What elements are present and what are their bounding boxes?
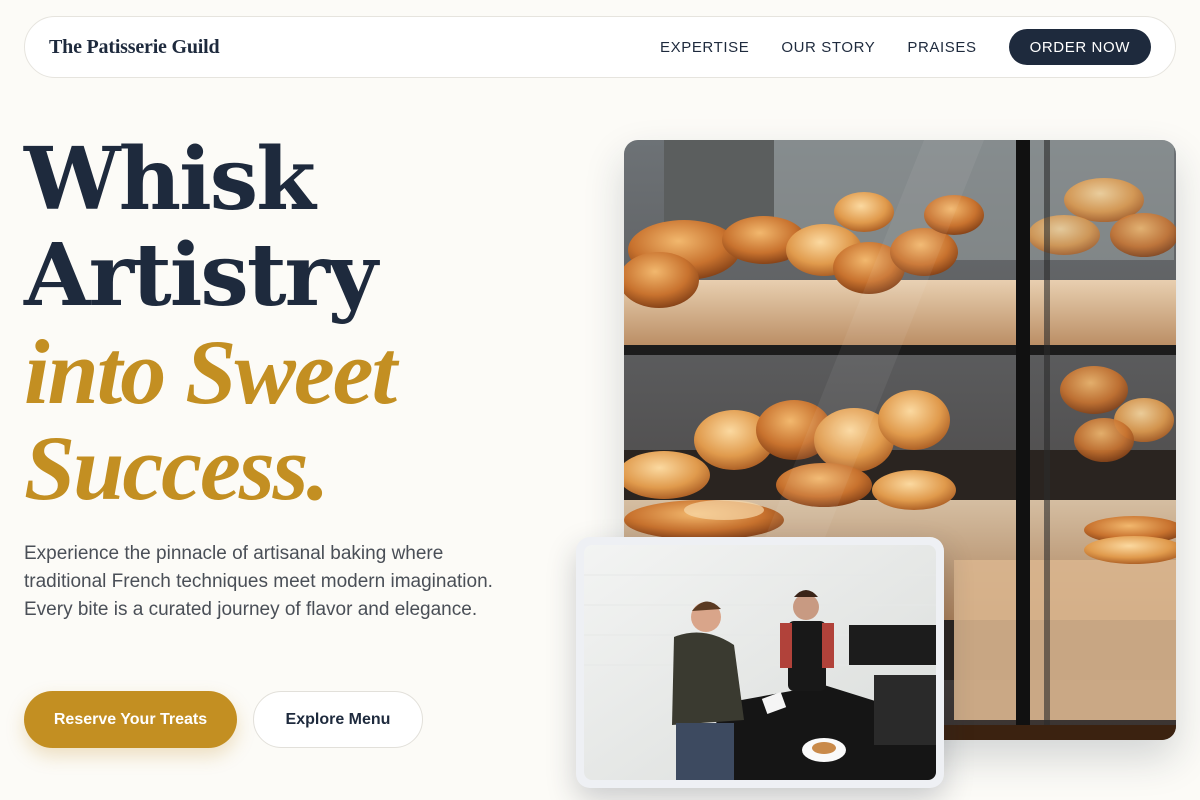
- brand-logo[interactable]: The Patisserie Guild: [49, 36, 220, 59]
- top-navbar: The Patisserie Guild EXPERTISE OUR STORY…: [24, 16, 1176, 78]
- baker-serving-customer-photo: [584, 545, 936, 780]
- nav-link-our-story[interactable]: OUR STORY: [781, 39, 875, 56]
- hero-headline: Whisk Artistry into Sweet Success.: [24, 129, 397, 519]
- reserve-treats-button[interactable]: Reserve Your Treats: [24, 691, 237, 748]
- photo-frame: [576, 537, 944, 788]
- headline-line-1: Whisk: [24, 129, 316, 230]
- order-now-button[interactable]: ORDER NOW: [1008, 29, 1151, 65]
- headline-line-4: Success.: [24, 417, 329, 519]
- nav-menu: EXPERTISE OUR STORY PRAISES ORDER NOW: [660, 29, 1151, 65]
- headline-line-2: Artistry: [24, 225, 378, 326]
- nav-link-expertise[interactable]: EXPERTISE: [660, 39, 749, 56]
- nav-link-praises[interactable]: PRAISES: [907, 39, 976, 56]
- hero-description: Experience the pinnacle of artisanal bak…: [24, 543, 493, 620]
- headline-line-3: into Sweet: [24, 321, 397, 423]
- explore-menu-button[interactable]: Explore Menu: [253, 691, 423, 748]
